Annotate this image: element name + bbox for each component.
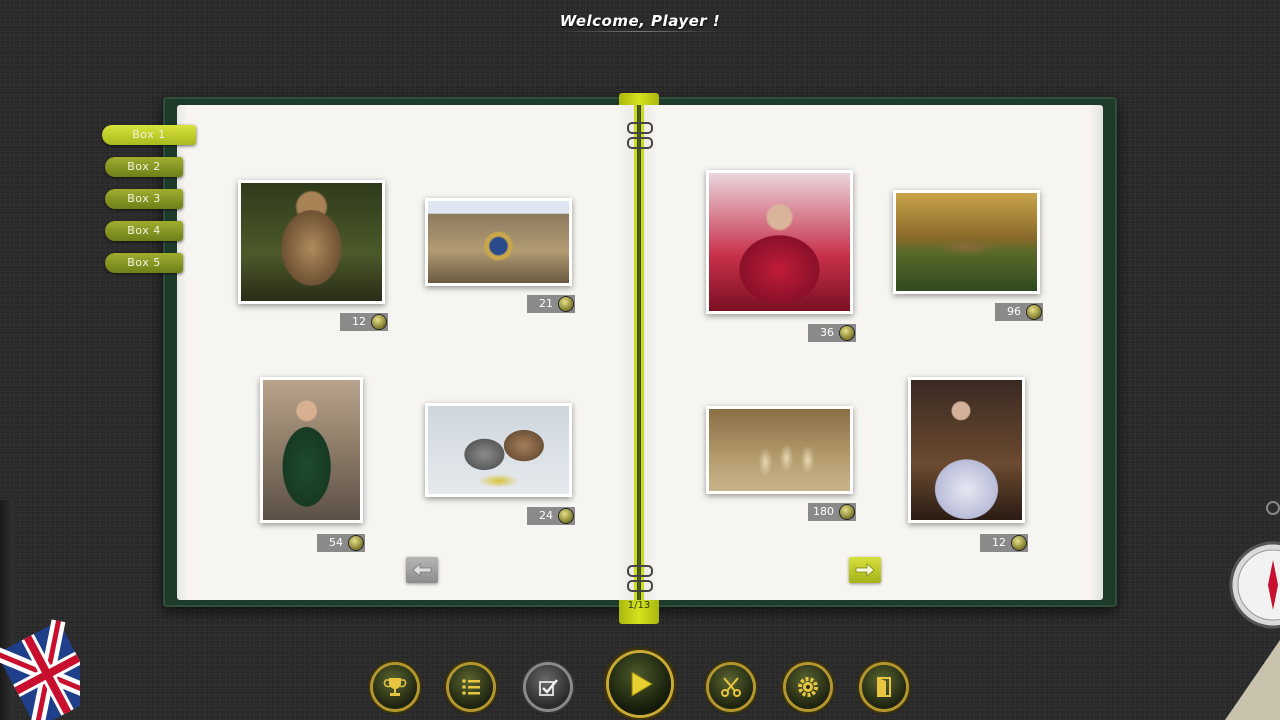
puzzle-veiled-woman[interactable] bbox=[706, 170, 853, 314]
woman-in-gown-image bbox=[911, 380, 1022, 520]
castle-landscape-image bbox=[896, 193, 1037, 291]
coin-icon bbox=[840, 505, 854, 519]
veiled-woman-image bbox=[709, 173, 850, 311]
welcome-message: Welcome, Player ! bbox=[559, 12, 721, 30]
puzzle-astronomical-clock[interactable] bbox=[425, 198, 572, 286]
checkbox-button[interactable] bbox=[526, 665, 570, 709]
box-tab-2[interactable]: Box 2 bbox=[105, 157, 183, 177]
coin-icon bbox=[372, 315, 386, 329]
exit-button[interactable] bbox=[862, 665, 906, 709]
puzzle-statue[interactable] bbox=[238, 180, 385, 304]
puzzle-armor-gauntlets[interactable] bbox=[425, 403, 572, 497]
gear-icon bbox=[798, 677, 818, 697]
coin-icon bbox=[349, 536, 363, 550]
coin-icon bbox=[840, 326, 854, 340]
list-icon bbox=[462, 679, 480, 695]
list-button[interactable] bbox=[449, 665, 493, 709]
armor-gauntlets-image bbox=[428, 406, 569, 494]
binder-ring-icon bbox=[627, 580, 653, 592]
statue-image bbox=[241, 183, 382, 301]
price-badge: 12 bbox=[340, 313, 388, 331]
binder-ring-icon bbox=[627, 122, 653, 134]
scissors-icon bbox=[721, 677, 741, 697]
trophy-icon bbox=[383, 678, 407, 696]
spine-binding bbox=[637, 105, 641, 600]
trophy-button[interactable] bbox=[373, 665, 417, 709]
settings-button[interactable] bbox=[786, 665, 830, 709]
coin-icon bbox=[1012, 536, 1026, 550]
checkbox-icon bbox=[539, 679, 558, 696]
puzzle-amphorae[interactable] bbox=[706, 406, 853, 494]
box-tab-4[interactable]: Box 4 bbox=[105, 221, 183, 241]
binder-ring-icon bbox=[627, 565, 653, 577]
price-badge: 21 bbox=[527, 295, 575, 313]
page-indicator: 1/13 bbox=[627, 600, 651, 611]
arrow-left-icon bbox=[412, 563, 432, 577]
astronomical-clock-image bbox=[428, 201, 569, 283]
binder-ring-icon bbox=[627, 137, 653, 149]
price-badge: 180 bbox=[808, 503, 856, 521]
exit-door-icon bbox=[877, 677, 891, 697]
box-tab-1[interactable]: Box 1 bbox=[102, 125, 196, 145]
scissors-button[interactable] bbox=[709, 665, 753, 709]
welcome-underline bbox=[560, 31, 720, 32]
compass-icon bbox=[1225, 501, 1280, 720]
amphorae-image bbox=[709, 409, 850, 491]
price-badge: 12 bbox=[980, 534, 1028, 552]
coin-icon bbox=[1027, 305, 1041, 319]
price-badge: 54 bbox=[317, 534, 365, 552]
next-page-button[interactable] bbox=[849, 557, 881, 583]
language-flag-icon[interactable] bbox=[0, 615, 80, 720]
coin-icon bbox=[559, 297, 573, 311]
price-badge: 36 bbox=[808, 324, 856, 342]
box-tab-3[interactable]: Box 3 bbox=[105, 189, 183, 209]
arrow-right-icon bbox=[855, 563, 875, 577]
coin-icon bbox=[559, 509, 573, 523]
puzzle-woman-in-gown[interactable] bbox=[908, 377, 1025, 523]
play-button[interactable] bbox=[609, 653, 671, 715]
prev-page-button[interactable] bbox=[406, 557, 438, 583]
play-icon bbox=[631, 671, 653, 697]
puzzle-bagpiper[interactable] bbox=[260, 377, 363, 523]
price-badge: 96 bbox=[995, 303, 1043, 321]
puzzle-castle-landscape[interactable] bbox=[893, 190, 1040, 294]
box-tab-5[interactable]: Box 5 bbox=[105, 253, 183, 273]
price-badge: 24 bbox=[527, 507, 575, 525]
bagpiper-image bbox=[263, 380, 360, 520]
